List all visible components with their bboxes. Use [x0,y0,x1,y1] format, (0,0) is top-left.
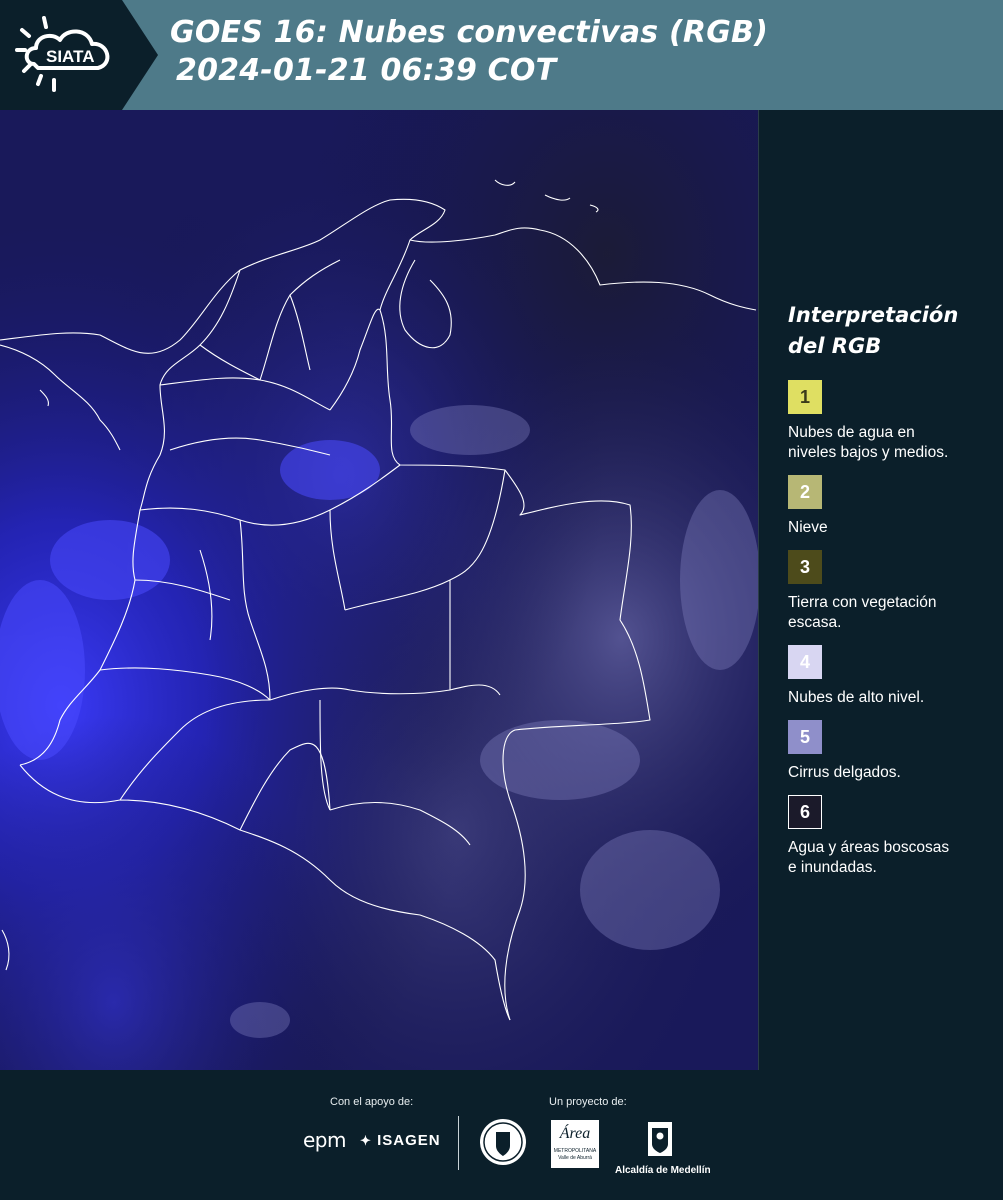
area-logo-box: Área METROPOLITANA Valle de Aburrá [551,1120,599,1168]
legend-swatch: 1 [788,380,822,414]
legend-label-line-2: escasa. [788,614,842,631]
legend-label: Nubes de agua en niveles bajos y medios. [788,423,995,463]
legend-label-line-1: Cirrus delgados. [788,764,901,781]
legend-label-line-1: Tierra con vegetación [788,594,937,611]
legend-item-6: 6 Agua y áreas boscosas e inundadas. [788,795,995,878]
legend-swatch: 2 [788,475,822,509]
header: SIATA GOES 16: Nubes convectivas (RGB) 2… [0,0,1003,110]
legend-item-1: 1 Nubes de agua en niveles bajos y medio… [788,380,995,463]
legend-label-line-1: Nubes de alto nivel. [788,689,925,706]
area-logo-title: Área [559,1125,591,1142]
legend-label: Nubes de alto nivel. [788,688,995,708]
legend-number: 3 [799,556,810,577]
legend-label-line-2: niveles bajos y medios. [788,444,949,461]
legend-label: Tierra con vegetación escasa. [788,593,995,633]
alcaldia-logo: Alcaldía de Medellín [615,1120,711,1176]
legend-title: Interpretación del RGB [788,300,995,362]
satellite-image [0,110,758,1070]
legend-item-2: 2 Nieve [788,475,995,538]
legend-swatch: 4 [788,645,822,679]
page-title: GOES 16: Nubes convectivas (RGB) 2024-01… [170,14,768,90]
legend-item-4: 4 Nubes de alto nivel. [788,645,995,708]
isagen-text: ISAGEN [377,1132,441,1149]
legend-swatch: 6 [788,795,822,829]
title-line-1: GOES 16: Nubes convectivas (RGB) [170,15,769,50]
legend-label: Cirrus delgados. [788,763,995,783]
title-line-2: 2024-01-21 06:39 COT [176,53,557,88]
legend-item-5: 5 Cirrus delgados. [788,720,995,783]
legend: Interpretación del RGB 1 Nubes de agua e… [770,300,995,878]
university-seal-icon [480,1119,526,1165]
legend-label-line-2: e inundadas. [788,859,877,876]
legend-label-line-1: Nubes de agua en [788,424,915,441]
footer: Con el apoyo de: Un proyecto de: epm ✦ I… [0,1070,1003,1200]
legend-number: 6 [799,801,810,822]
satellite-map [0,110,759,1070]
legend-label: Nieve [788,518,995,538]
legend-swatch: 5 [788,720,822,754]
legend-label: Agua y áreas boscosas e inundadas. [788,838,995,878]
legend-number: 1 [799,386,810,407]
legend-title-line-1: Interpretación [788,303,959,327]
siata-logo-icon: SIATA [15,16,110,92]
legend-item-3: 3 Tierra con vegetación escasa. [788,550,995,633]
legend-number: 4 [799,651,810,672]
legend-title-line-2: del RGB [788,334,882,358]
isagen-logo: ✦ ISAGEN [360,1132,441,1149]
legend-number: 5 [799,726,810,747]
footer-divider [458,1116,459,1170]
area-metropolitana-logo: Área METROPOLITANA Valle de Aburrá [551,1120,599,1168]
alcaldia-crest-icon [648,1122,672,1156]
legend-number: 2 [799,481,810,502]
legend-swatch: 3 [788,550,822,584]
alcaldia-name: Alcaldía de Medellín [615,1165,711,1176]
support-label: Con el apoyo de: [330,1096,414,1108]
project-label: Un proyecto de: [549,1096,627,1108]
siata-logo-text: SIATA [46,47,94,66]
area-logo-subtitle: METROPOLITANA [553,1148,597,1154]
epm-logo: epm [303,1128,346,1152]
area-logo-subtitle-2: Valle de Aburrá [558,1155,592,1161]
legend-label-line-1: Agua y áreas boscosas [788,839,950,856]
legend-label-line-1: Nieve [788,519,828,536]
isagen-mark-icon: ✦ [360,1133,372,1148]
legend-items: 1 Nubes de agua en niveles bajos y medio… [770,380,995,878]
